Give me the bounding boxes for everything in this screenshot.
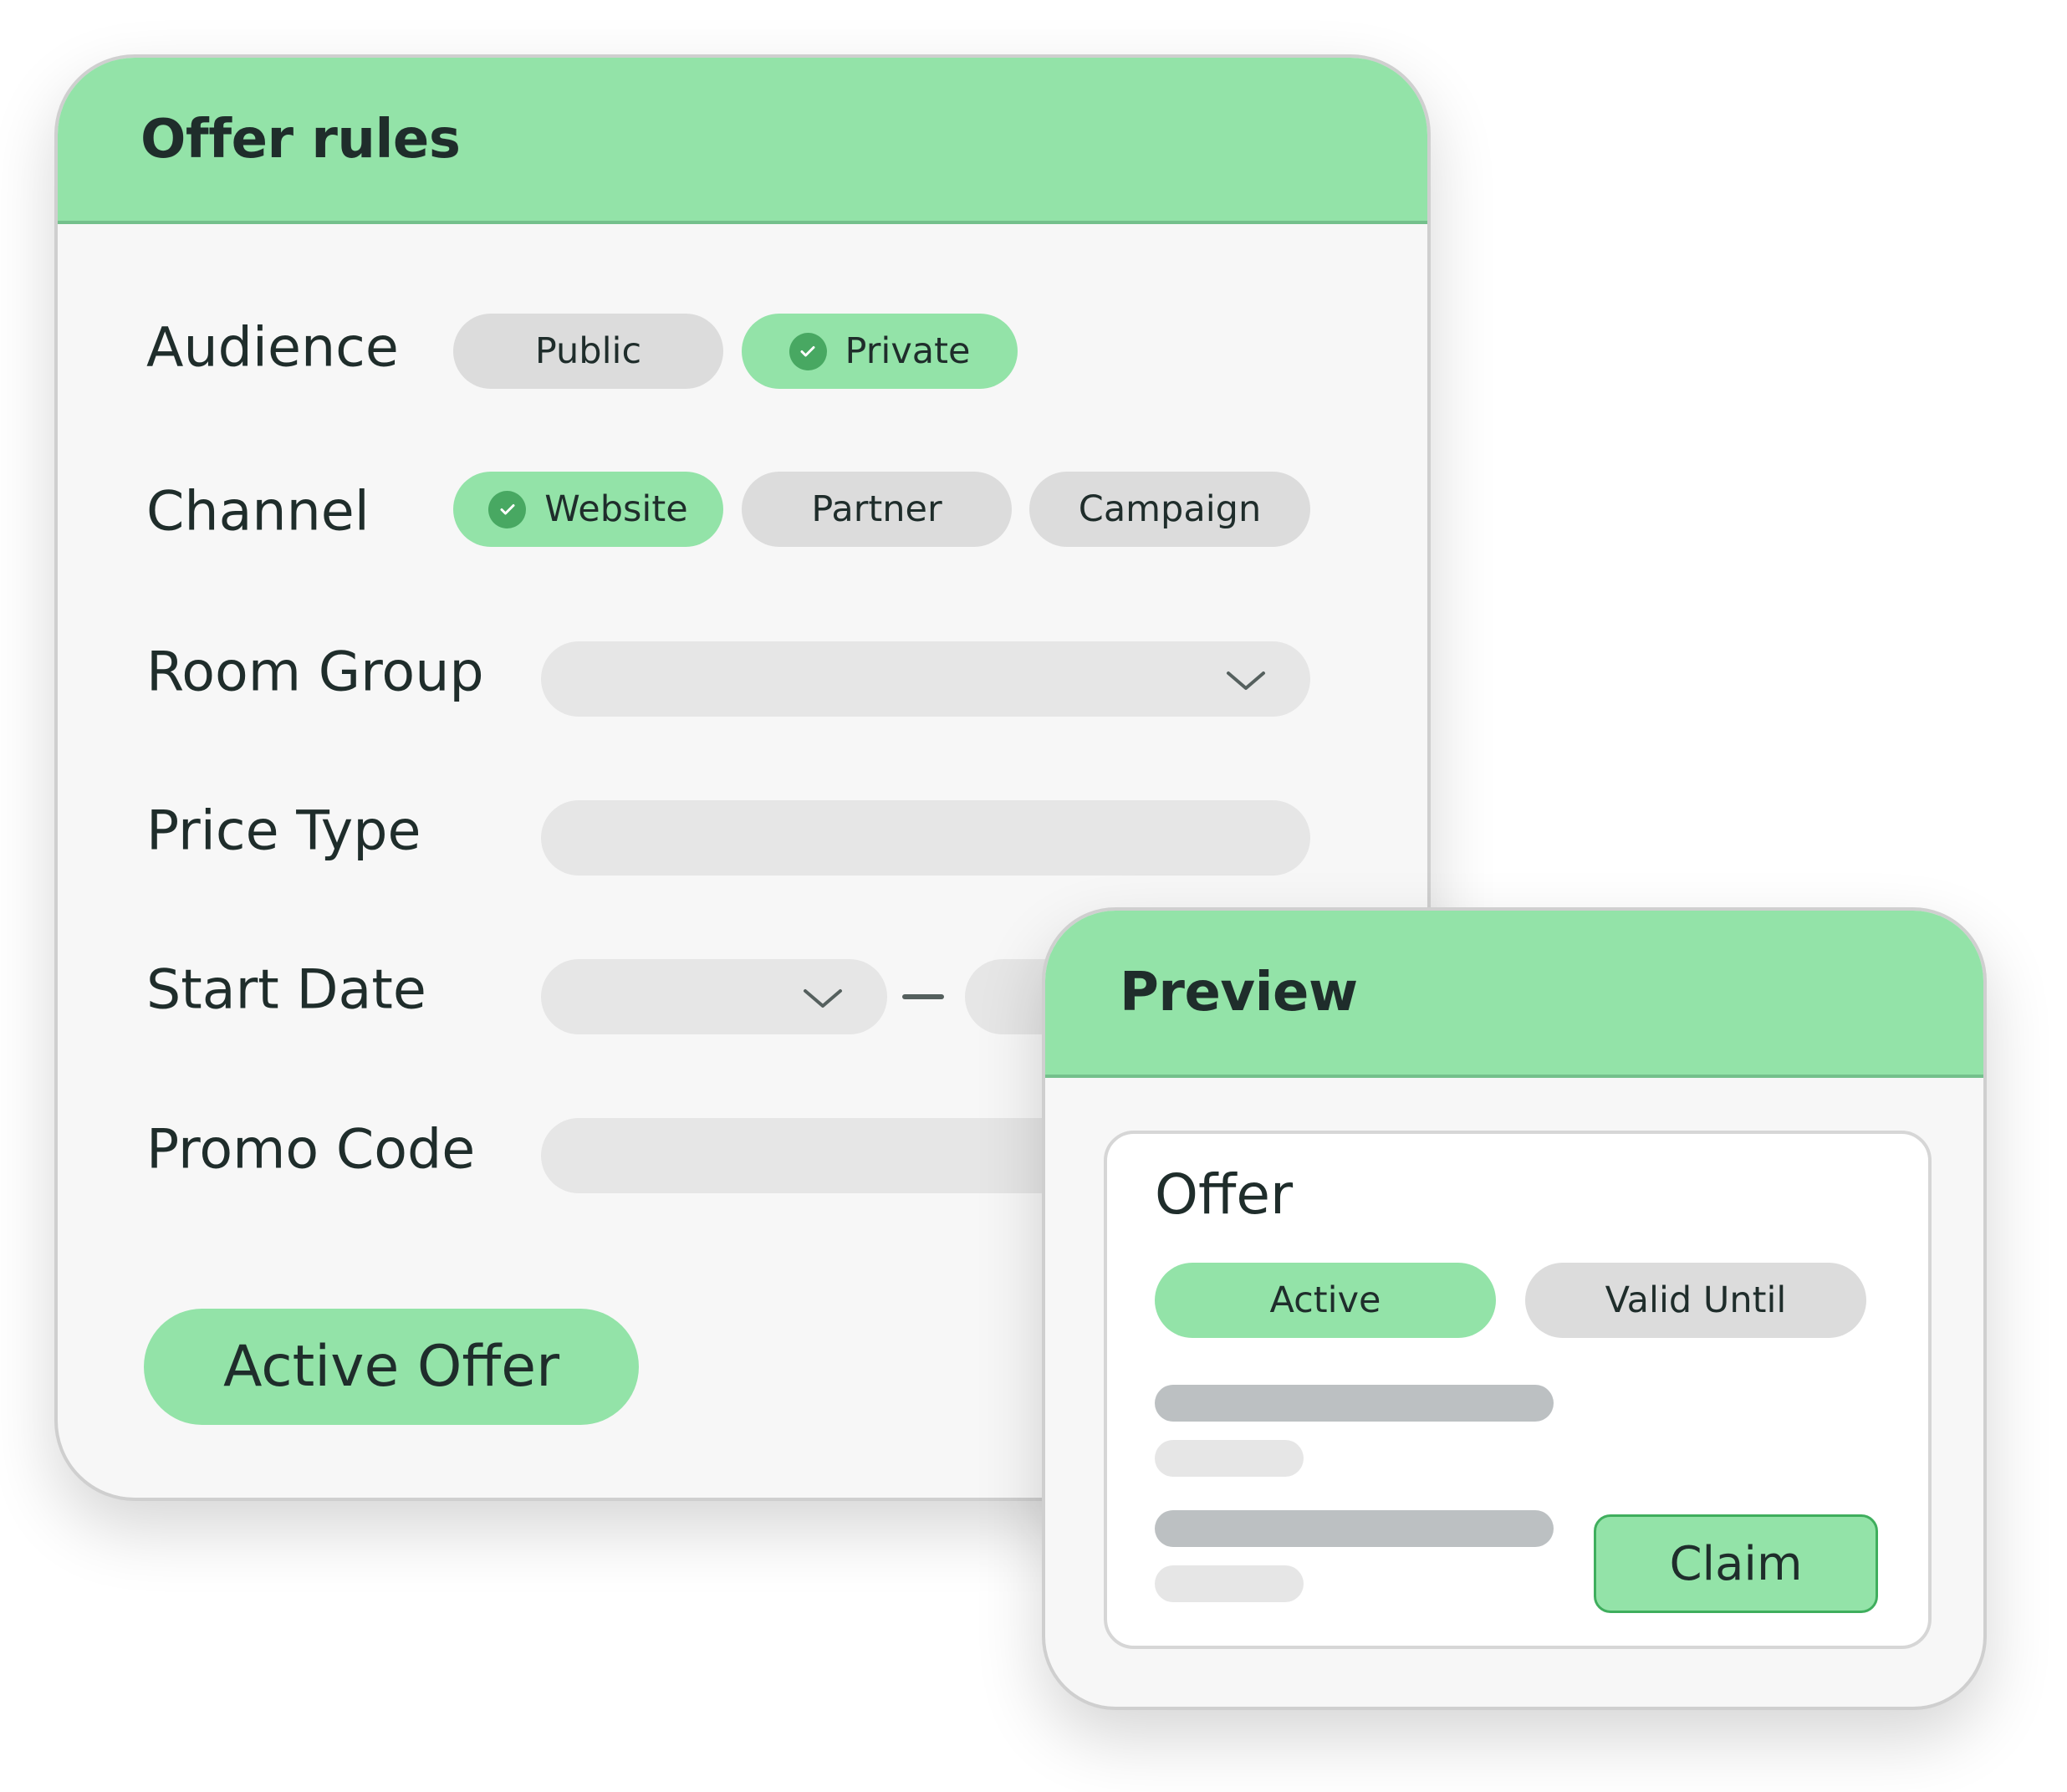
start-date-from-select[interactable] — [541, 959, 887, 1034]
promo-code-label: Promo Code — [146, 1118, 476, 1182]
channel-option-campaign-label: Campaign — [1078, 488, 1262, 530]
audience-option-private-label: Private — [845, 330, 971, 372]
offer-tag-active: Active — [1155, 1263, 1496, 1338]
placeholder-line — [1155, 1510, 1554, 1547]
channel-option-website-label: Website — [544, 488, 688, 530]
price-type-input[interactable] — [541, 800, 1310, 876]
channel-label: Channel — [146, 480, 370, 544]
placeholder-line — [1155, 1565, 1304, 1602]
active-offer-button[interactable]: Active Offer — [144, 1309, 639, 1425]
offer-tag-valid-until-label: Valid Until — [1605, 1279, 1787, 1321]
room-group-select[interactable] — [541, 641, 1310, 717]
check-icon — [789, 332, 827, 370]
placeholder-line — [1155, 1440, 1304, 1477]
chevron-down-icon — [1227, 671, 1265, 690]
active-offer-button-label: Active Offer — [222, 1334, 560, 1400]
offer-rules-title: Offer rules — [140, 108, 461, 171]
check-icon — [488, 490, 527, 528]
preview-panel: Preview Offer Active Valid Until Claim — [1042, 907, 1987, 1710]
preview-title: Preview — [1120, 962, 1358, 1024]
audience-option-private[interactable]: Private — [742, 314, 1018, 389]
room-group-label: Room Group — [146, 641, 484, 704]
price-type-label: Price Type — [146, 799, 421, 863]
chevron-down-icon — [804, 989, 842, 1008]
audience-label: Audience — [146, 316, 399, 380]
offer-title: Offer — [1155, 1162, 1294, 1227]
channel-option-partner-label: Partner — [811, 488, 942, 530]
start-date-label: Start Date — [146, 958, 426, 1022]
claim-button-label: Claim — [1669, 1536, 1803, 1591]
placeholder-line — [1155, 1385, 1554, 1422]
audience-option-public[interactable]: Public — [453, 314, 723, 389]
offer-card: Offer Active Valid Until Claim — [1104, 1131, 1932, 1649]
date-range-separator — [902, 994, 944, 999]
channel-option-website[interactable]: Website — [453, 472, 723, 547]
channel-option-partner[interactable]: Partner — [742, 472, 1012, 547]
preview-header: Preview — [1045, 911, 1983, 1078]
claim-button[interactable]: Claim — [1594, 1514, 1878, 1613]
channel-option-campaign[interactable]: Campaign — [1029, 472, 1310, 547]
offer-tag-valid-until: Valid Until — [1525, 1263, 1866, 1338]
offer-rules-header: Offer rules — [58, 58, 1427, 224]
offer-tag-active-label: Active — [1269, 1279, 1381, 1321]
audience-option-public-label: Public — [534, 330, 642, 372]
